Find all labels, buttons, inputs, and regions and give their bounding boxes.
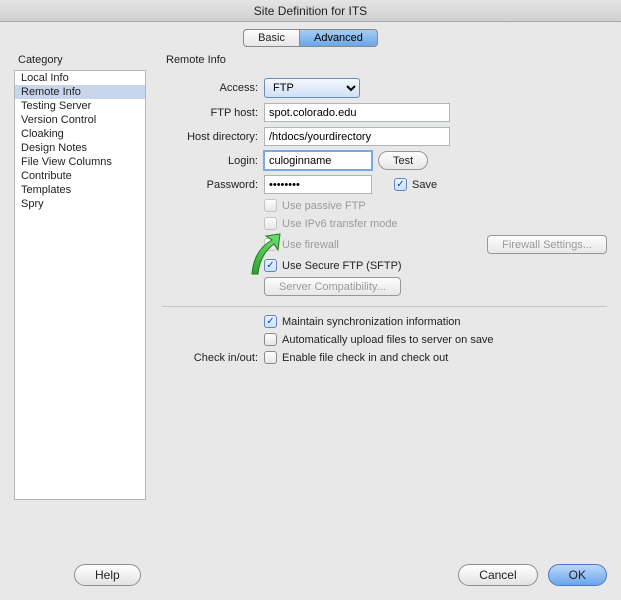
category-item-version-control[interactable]: Version Control [15,113,145,127]
category-item-file-view-columns[interactable]: File View Columns [15,155,145,169]
category-heading: Category [18,54,63,66]
firewall-settings-button: Firewall Settings... [487,235,607,254]
maintain-sync-label: Maintain synchronization information [282,316,461,328]
save-password-checkbox[interactable]: ✓ Save [394,178,437,191]
check-in-out-label: Check in/out: [162,352,258,364]
ftp-host-input[interactable] [264,103,450,122]
dialog-footer: Help Cancel OK [14,564,607,586]
host-directory-input[interactable] [264,127,450,146]
use-passive-ftp-label: Use passive FTP [282,200,366,212]
use-firewall-checkbox: Use firewall [264,238,339,251]
maintain-sync-checkbox[interactable]: ✓ Maintain synchronization information [264,315,461,328]
checkbox-icon [264,199,277,212]
use-sftp-label: Use Secure FTP (SFTP) [282,260,402,272]
password-label: Password: [162,179,258,191]
category-item-design-notes[interactable]: Design Notes [15,141,145,155]
access-select[interactable]: FTP [264,78,360,98]
auto-upload-checkbox[interactable]: Automatically upload files to server on … [264,333,494,346]
tab-strip: Basic Advanced [0,22,621,48]
category-item-testing-server[interactable]: Testing Server [15,99,145,113]
access-label: Access: [162,82,258,94]
checkbox-icon: ✓ [264,315,277,328]
help-button[interactable]: Help [74,564,141,586]
checkbox-icon [264,333,277,346]
checkbox-icon [264,351,277,364]
category-item-remote-info[interactable]: Remote Info [15,85,145,99]
server-compatibility-button: Server Compatibility... [264,277,401,296]
ftp-host-label: FTP host: [162,107,258,119]
divider [162,306,607,307]
category-item-contribute[interactable]: Contribute [15,169,145,183]
enable-checkin-checkbox[interactable]: Enable file check in and check out [264,351,448,364]
use-passive-ftp-checkbox: Use passive FTP [264,199,366,212]
password-input[interactable] [264,175,372,194]
panel-title: Remote Info [166,54,226,66]
save-password-label: Save [412,179,437,191]
checkbox-icon [264,217,277,230]
tab-basic[interactable]: Basic [243,29,299,47]
tab-advanced[interactable]: Advanced [299,29,378,47]
window-title: Site Definition for ITS [0,0,621,22]
host-directory-label: Host directory: [162,131,258,143]
login-input[interactable] [264,151,372,170]
use-ipv6-checkbox: Use IPv6 transfer mode [264,217,398,230]
enable-checkin-label: Enable file check in and check out [282,352,448,364]
checkbox-icon [264,238,277,251]
checkbox-icon: ✓ [394,178,407,191]
cancel-button[interactable]: Cancel [458,564,537,586]
category-item-cloaking[interactable]: Cloaking [15,127,145,141]
test-button[interactable]: Test [378,151,428,170]
use-firewall-label: Use firewall [282,239,339,251]
auto-upload-label: Automatically upload files to server on … [282,334,494,346]
use-ipv6-label: Use IPv6 transfer mode [282,218,398,230]
checkbox-icon: ✓ [264,259,277,272]
category-item-spry[interactable]: Spry [15,197,145,211]
category-item-local-info[interactable]: Local Info [15,71,145,85]
use-sftp-checkbox[interactable]: ✓ Use Secure FTP (SFTP) [264,259,402,272]
remote-info-form: Access: FTP FTP host: Host directory: Lo… [162,70,607,500]
category-item-templates[interactable]: Templates [15,183,145,197]
category-list[interactable]: Local Info Remote Info Testing Server Ve… [14,70,146,500]
ok-button[interactable]: OK [548,564,607,586]
login-label: Login: [162,155,258,167]
